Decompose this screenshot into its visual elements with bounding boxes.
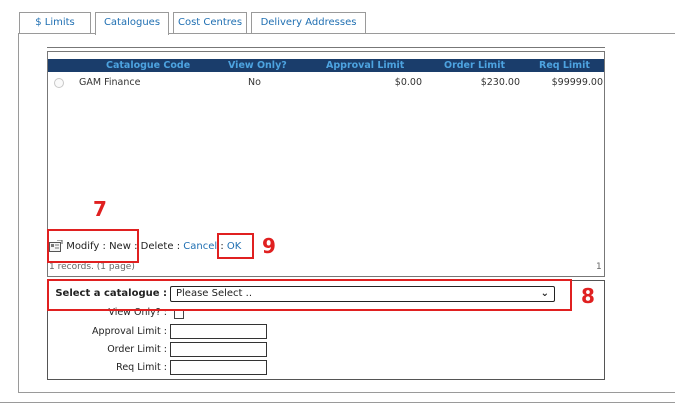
approval-limit-label: Approval Limit : [92, 326, 167, 337]
req-limit-label: Req Limit : [116, 362, 167, 373]
row-radio[interactable] [54, 78, 64, 88]
column-view-only[interactable]: View Only? [228, 59, 287, 72]
cell-catalogue-code: GAM Finance [79, 77, 141, 88]
table-row[interactable]: GAM Finance No $0.00 $230.00 $99999.00 [48, 76, 604, 90]
annotation-number-7: 7 [93, 197, 107, 221]
toolbar-separator: : [176, 241, 181, 252]
column-order-limit[interactable]: Order Limit [444, 59, 505, 72]
annotation-number-8: 8 [581, 284, 595, 308]
tab-cost-centres[interactable]: Cost Centres [173, 12, 247, 33]
annotation-box-8 [47, 279, 572, 311]
order-limit-label: Order Limit : [107, 344, 167, 355]
frame-left-border [18, 33, 19, 393]
frame-bottom-border [18, 392, 675, 393]
column-catalogue-code[interactable]: Catalogue Code [106, 59, 190, 72]
grid-top-rule [47, 47, 605, 48]
approval-limit-field[interactable] [170, 324, 267, 339]
page-bottom-border [0, 402, 675, 403]
tab-limits[interactable]: $ Limits [19, 12, 91, 33]
cell-view-only: No [248, 77, 261, 88]
column-approval-limit[interactable]: Approval Limit [326, 59, 404, 72]
cell-req-limit: $99999.00 [551, 77, 603, 88]
records-count: 1 records. (1 page) [49, 262, 135, 272]
cancel-link[interactable]: Cancel [183, 241, 217, 252]
tab-delivery-addresses[interactable]: Delivery Addresses [251, 12, 366, 33]
annotation-box-9 [217, 233, 254, 259]
req-limit-field[interactable] [170, 360, 267, 375]
annotation-box-7 [47, 229, 139, 263]
delete-action[interactable]: Delete [141, 241, 174, 252]
cell-approval-limit: $0.00 [394, 77, 422, 88]
grid-header: Catalogue Code View Only? Approval Limit… [48, 59, 604, 72]
page-number[interactable]: 1 [596, 262, 602, 272]
annotation-number-9: 9 [262, 234, 276, 258]
cell-order-limit: $230.00 [480, 77, 520, 88]
column-req-limit[interactable]: Req Limit [539, 59, 590, 72]
order-limit-field[interactable] [170, 342, 267, 357]
tab-catalogues[interactable]: Catalogues [95, 12, 169, 35]
